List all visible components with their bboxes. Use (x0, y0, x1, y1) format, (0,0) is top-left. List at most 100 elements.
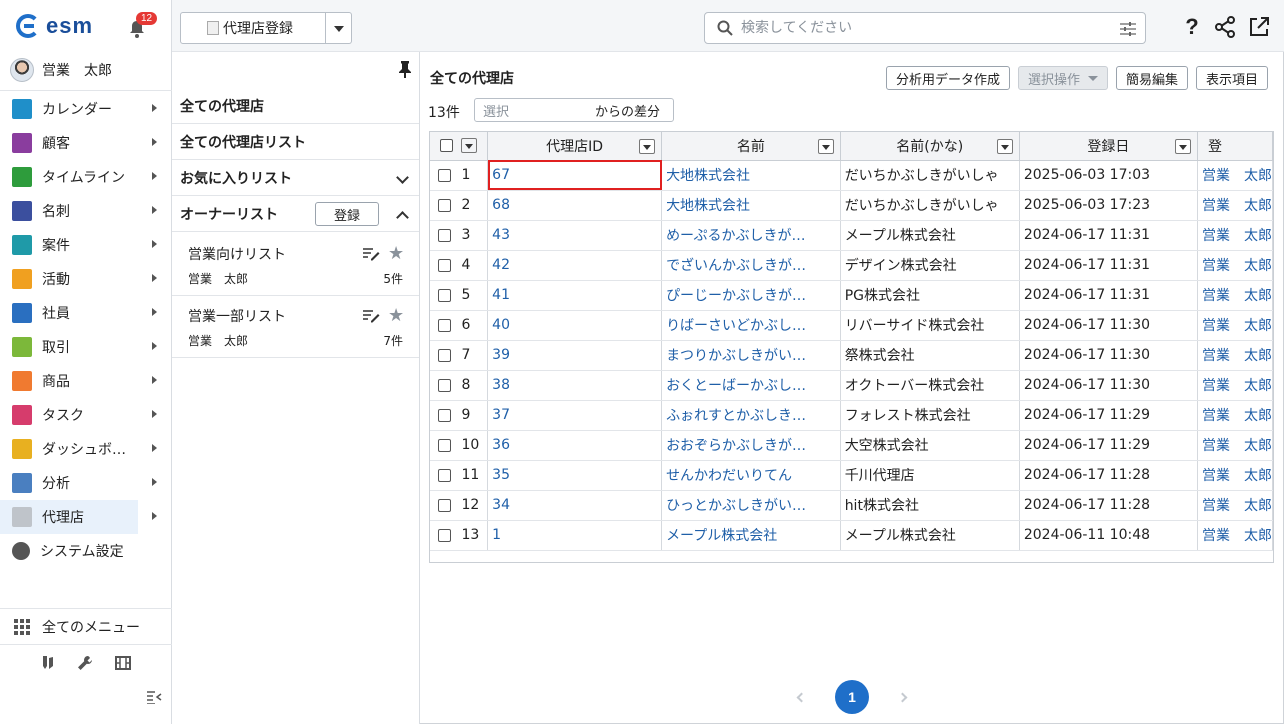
owner-cell[interactable]: 営業 太郎 (1197, 430, 1273, 461)
row-checkbox[interactable] (438, 468, 451, 482)
owner-list-item[interactable]: 営業向けリスト 営業 太郎 5件 ★ (172, 234, 419, 296)
agency-name-link[interactable]: 大地株式会社 (666, 198, 750, 214)
agency-id-link[interactable]: 41 (492, 287, 510, 303)
agency-id-cell[interactable]: 41 (487, 280, 663, 311)
column-header-id[interactable]: 代理店ID (487, 132, 663, 161)
table-row[interactable]: 7 39 まつりかぶしきがい… 祭株式会社 2024-06-17 11:30 営業 太郎 (430, 340, 1273, 371)
agency-id-link[interactable]: 39 (492, 347, 510, 363)
agency-id-cell[interactable]: 1 (487, 520, 663, 551)
owner-link[interactable]: 営業 太郎 (1202, 228, 1272, 244)
agency-name-link[interactable]: ひっとかぶしきがい… (666, 498, 806, 514)
row-checkbox[interactable] (438, 498, 451, 512)
owner-cell[interactable]: 営業 太郎 (1197, 520, 1273, 551)
filter-settings-icon[interactable] (1119, 21, 1137, 37)
diff-selector[interactable]: 選択 からの差分 (474, 98, 674, 122)
row-checkbox[interactable] (438, 378, 451, 392)
agency-id-cell[interactable]: 42 (487, 250, 663, 281)
sidebar-item-1[interactable]: 顧客 (0, 126, 172, 160)
agency-name-cell[interactable]: 大地株式会社 (661, 160, 841, 191)
sidebar-item-5[interactable]: 活動 (0, 262, 172, 296)
owner-cell[interactable]: 営業 太郎 (1197, 370, 1273, 401)
owner-link[interactable]: 営業 太郎 (1202, 438, 1272, 454)
agency-name-link[interactable]: メープル株式会社 (666, 528, 777, 544)
all-menu-button[interactable]: 全てのメニュー (0, 609, 172, 645)
owner-section[interactable]: オーナーリスト 登録 (172, 196, 419, 232)
sidebar-item-10[interactable]: ダッシュボ… (0, 432, 172, 466)
agency-name-link[interactable]: せんかわだいりてん (666, 468, 792, 484)
owner-link[interactable]: 営業 太郎 (1202, 528, 1272, 544)
sidebar-item-0[interactable]: カレンダー (0, 92, 172, 126)
share-icon[interactable] (1214, 16, 1236, 38)
pin-icon[interactable] (398, 60, 412, 78)
owner-link[interactable]: 営業 太郎 (1202, 258, 1272, 274)
agency-id-link[interactable]: 1 (492, 527, 501, 543)
current-page[interactable]: 1 (835, 680, 869, 714)
sidebar-item-3[interactable]: 名刺 (0, 194, 172, 228)
owner-cell[interactable]: 営業 太郎 (1197, 460, 1273, 491)
row-checkbox[interactable] (438, 408, 451, 422)
next-page-icon[interactable] (897, 692, 908, 702)
agency-id-cell[interactable]: 67 (487, 160, 663, 191)
app-logo[interactable]: esm (16, 12, 93, 40)
agency-name-link[interactable]: ぴーじーかぶしきが… (666, 288, 806, 304)
owner-cell[interactable]: 営業 太郎 (1197, 400, 1273, 431)
agency-name-cell[interactable]: ぴーじーかぶしきが… (661, 280, 841, 311)
bookmark-icon[interactable] (41, 655, 55, 671)
owner-cell[interactable]: 営業 太郎 (1197, 160, 1273, 191)
owner-cell[interactable]: 営業 太郎 (1197, 250, 1273, 281)
table-row[interactable]: 9 37 ふぉれすとかぶしき… フォレスト株式会社 2024-06-17 11:29 営業… (430, 400, 1273, 431)
list-all-agencies[interactable]: 全ての代理店 (172, 88, 419, 124)
column-menu-button[interactable] (1174, 139, 1191, 154)
wrench-icon[interactable] (77, 655, 93, 671)
agency-id-cell[interactable]: 68 (487, 190, 663, 221)
sidebar-item-4[interactable]: 案件 (0, 228, 172, 262)
table-row[interactable]: 6 40 りばーさいどかぶし… リバーサイド株式会社 2024-06-17 11:30 営… (430, 310, 1273, 341)
sidebar-item-9[interactable]: タスク (0, 398, 172, 432)
star-icon[interactable]: ★ (388, 305, 404, 326)
favorites-section[interactable]: お気に入りリスト (172, 160, 419, 196)
agency-id-link[interactable]: 37 (492, 407, 510, 423)
agency-name-cell[interactable]: おくとーばーかぶし… (661, 370, 841, 401)
edit-list-icon[interactable] (362, 247, 380, 261)
owner-link[interactable]: 営業 太郎 (1202, 288, 1272, 304)
row-checkbox[interactable] (438, 198, 451, 212)
agency-id-link[interactable]: 42 (492, 257, 510, 273)
table-row[interactable]: 4 42 でざいんかぶしきが… デザイン株式会社 2024-06-17 11:31 営業 … (430, 250, 1273, 281)
table-row[interactable]: 12 34 ひっとかぶしきがい… hit株式会社 2024-06-17 11:28 営業 … (430, 490, 1273, 521)
edit-list-icon[interactable] (362, 309, 380, 323)
sidebar-item-13[interactable]: システム設定 (0, 534, 172, 568)
column-header-owner[interactable]: 登 (1197, 132, 1273, 161)
agency-id-cell[interactable]: 39 (487, 340, 663, 371)
agency-name-cell[interactable]: りばーさいどかぶし… (661, 310, 841, 341)
agency-name-cell[interactable]: めーぷるかぶしきが… (661, 220, 841, 251)
row-checkbox[interactable] (438, 348, 451, 362)
agency-name-cell[interactable]: まつりかぶしきがい… (661, 340, 841, 371)
row-checkbox[interactable] (438, 438, 451, 452)
owner-link[interactable]: 営業 太郎 (1202, 318, 1272, 334)
column-menu-button[interactable] (639, 139, 656, 154)
owner-cell[interactable]: 営業 太郎 (1197, 490, 1273, 521)
table-row[interactable]: 10 36 おおぞらかぶしきが… 大空株式会社 2024-06-17 11:29 営業 太… (430, 430, 1273, 461)
agency-id-link[interactable]: 35 (492, 467, 510, 483)
column-header-date[interactable]: 登録日 (1019, 132, 1198, 161)
sidebar-item-6[interactable]: 社員 (0, 296, 172, 330)
select-menu-button[interactable] (461, 138, 478, 154)
agency-name-link[interactable]: めーぷるかぶしきが… (666, 228, 805, 244)
agency-id-link[interactable]: 38 (492, 377, 510, 393)
column-menu-button[interactable] (817, 139, 834, 154)
list-all-agency-lists[interactable]: 全ての代理店リスト (172, 124, 419, 160)
table-row[interactable]: 3 43 めーぷるかぶしきが… メープル株式会社 2024-06-17 11:31 営業 … (430, 220, 1273, 251)
row-checkbox[interactable] (438, 288, 451, 302)
owner-link[interactable]: 営業 太郎 (1202, 468, 1272, 484)
owner-link[interactable]: 営業 太郎 (1202, 168, 1272, 184)
row-checkbox[interactable] (438, 528, 451, 542)
sidebar-item-12[interactable]: 代理店 (0, 500, 157, 534)
table-row[interactable]: 2 68 大地株式会社 だいちかぶしきがいしゃ 2025-06-03 17:23 営業 太… (430, 190, 1273, 221)
agency-id-link[interactable]: 43 (492, 227, 510, 243)
register-agency-button[interactable]: 代理店登録 (180, 12, 326, 44)
star-icon[interactable]: ★ (388, 243, 404, 264)
owner-cell[interactable]: 営業 太郎 (1197, 280, 1273, 311)
table-row[interactable]: 8 38 おくとーばーかぶし… オクトーバー株式会社 2024-06-17 11:30 営… (430, 370, 1273, 401)
search-input[interactable] (741, 14, 1121, 42)
sidebar-item-8[interactable]: 商品 (0, 364, 172, 398)
